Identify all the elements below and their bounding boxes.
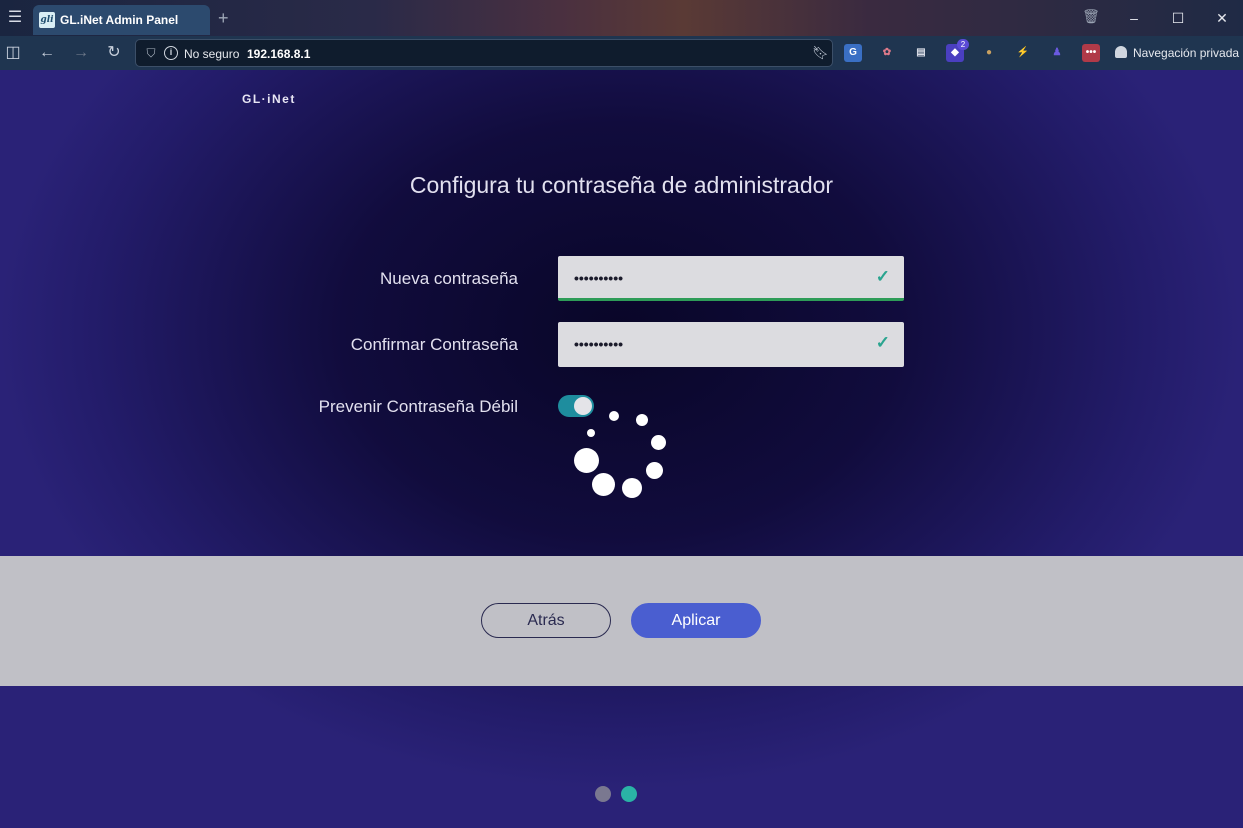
translate-extension-icon[interactable]: G [844,44,862,62]
private-label: Navegación privada [1133,46,1240,60]
new-password-value: •••••••••• [574,270,624,286]
forward-icon[interactable]: → [71,43,91,63]
reload-icon[interactable]: ↻ [104,43,124,63]
extension-mask-icon[interactable]: ▤ [912,44,930,62]
bolt-extension-icon[interactable]: ⚡ [1014,44,1032,62]
close-icon[interactable]: ✕ [1210,6,1234,30]
spinner-dot [622,478,642,498]
page-title: Configura tu contraseña de administrador [409,172,834,198]
user-extension-icon[interactable]: ♟ [1048,44,1066,62]
browser-tab-bar: ☰ gli GL.iNet Admin Panel + 🗑 – ☐ ✕ [0,0,1243,36]
gl-inet-favicon-icon: gli [39,12,55,28]
spinner-dot [574,448,599,473]
info-icon[interactable]: i [164,46,178,60]
check-icon: ✓ [875,333,890,352]
confirm-password-field[interactable]: •••••••••• ✓ [558,322,904,367]
action-band: Atrás Aplicar [0,556,1243,686]
minimize-icon[interactable]: – [1122,6,1146,30]
bookmark-icon[interactable]: 🔖︎ [812,45,829,61]
prevent-weak-password-label: Prevenir Contraseña Débil [318,397,518,416]
new-password-label: Nueva contraseña [380,269,518,288]
spinner-dot [587,429,595,437]
spinner-dot [651,435,666,450]
spinner-dot [609,411,619,421]
new-password-field[interactable]: •••••••••• ✓ [558,256,904,301]
menu-icon[interactable]: ☰ [6,9,24,27]
gl-inet-logo: GL·iNet [242,92,296,106]
pager-dot-2-active[interactable] [621,786,637,802]
sidebar-icon[interactable]: ◫ [3,43,23,63]
pager-dot-1[interactable] [595,786,611,802]
back-button[interactable]: Atrás [481,603,611,638]
back-icon[interactable]: ← [37,43,57,63]
new-tab-button[interactable]: + [218,8,229,28]
extension-badge: 2 [957,39,969,50]
cookie-extension-icon[interactable]: ● [980,44,998,62]
loading-spinner-icon [570,405,670,505]
apply-button[interactable]: Aplicar [631,603,761,638]
spinner-dot [636,414,648,426]
confirm-password-value: •••••••••• [574,336,624,352]
browser-toolbar: ◫ ← → ↻ ⛉ i No seguro 192.168.8.1 🔖︎ G ✿… [0,36,1243,70]
tab-gl-inet-admin[interactable]: gli GL.iNet Admin Panel [33,5,210,35]
check-icon: ✓ [875,267,890,286]
dots-extension-icon[interactable]: ••• [1082,44,1100,62]
url-text[interactable]: 192.168.8.1 [247,47,310,61]
security-status[interactable]: No seguro [184,47,239,61]
spinner-dot [646,462,663,479]
shield-icon[interactable]: ⛉ [144,46,158,60]
trash-icon[interactable]: 🗑 [1082,8,1100,28]
tab-title: GL.iNet Admin Panel [60,13,179,27]
private-browsing-indicator: Navegación privada [1115,44,1239,62]
admin-page: GL·iNet Configura tu contraseña de admin… [0,70,1243,828]
extension-pills-icon[interactable]: ✿ [878,44,896,62]
maximize-icon[interactable]: ☐ [1166,6,1190,30]
private-ghost-icon [1115,46,1127,58]
spinner-dot [592,473,615,496]
confirm-password-label: Confirmar Contraseña [350,335,518,354]
address-bar[interactable]: ⛉ i No seguro 192.168.8.1 🔖︎ [135,39,833,67]
